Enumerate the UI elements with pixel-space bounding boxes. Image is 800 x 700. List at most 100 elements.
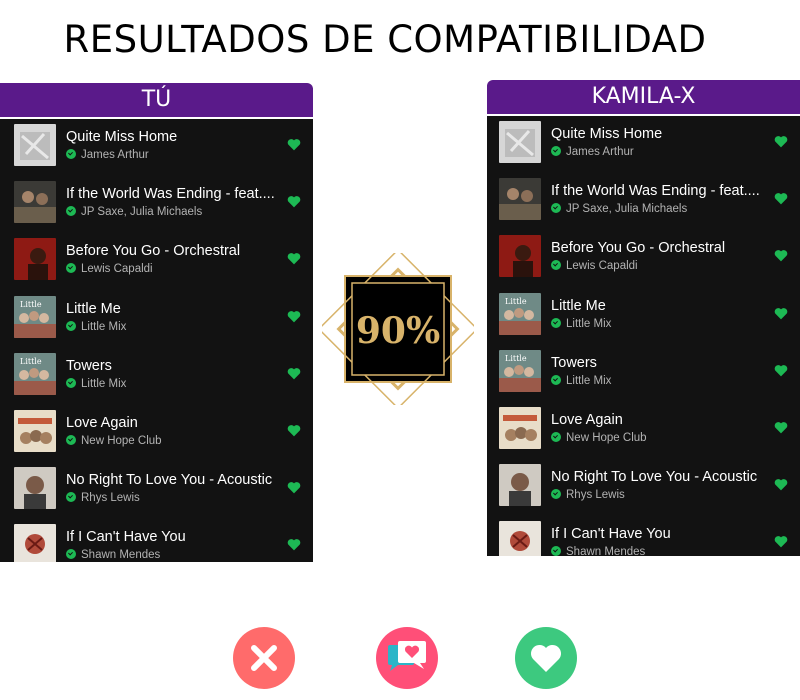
song-artist: Lewis Capaldi <box>566 260 638 273</box>
album-cover <box>499 235 541 278</box>
song-row[interactable]: No Right To Love You - Acoustic Rhys Lew… <box>487 459 800 516</box>
close-icon <box>251 645 277 671</box>
song-artist-line: Little Mix <box>66 377 276 390</box>
song-artist: Shawn Mendes <box>566 546 646 556</box>
song-title: Towers <box>66 357 112 374</box>
song-row[interactable]: Quite Miss Home James Arthur <box>0 119 313 176</box>
panel-header-you: TÚ <box>0 83 313 117</box>
song-title: Little Me <box>66 300 121 317</box>
album-cover <box>14 524 56 562</box>
song-title: If the World Was Ending - feat.... <box>66 186 275 203</box>
page-title: RESULTADOS DE COMPATIBILIDAD <box>63 18 707 61</box>
song-artist-line: Little Mix <box>551 374 761 387</box>
download-icon <box>551 203 561 214</box>
song-row[interactable]: Little Little Me Little Mix <box>0 291 313 348</box>
album-cover <box>14 467 56 510</box>
heart-icon[interactable] <box>287 195 301 208</box>
heart-icon <box>530 644 562 672</box>
download-icon <box>66 206 76 217</box>
download-icon <box>551 431 561 442</box>
panel-header-match: KAMILA-X <box>487 80 800 114</box>
download-icon <box>66 320 76 331</box>
song-title: Quite Miss Home <box>66 129 178 145</box>
album-cover <box>14 409 56 452</box>
song-list: Quite Miss Home James Arthur If the Worl… <box>0 119 313 562</box>
song-row[interactable]: Before You Go - Orchestral Lewis Capaldi <box>0 233 313 290</box>
heart-icon[interactable] <box>774 478 788 491</box>
heart-icon[interactable] <box>287 367 301 380</box>
song-artist: Rhys Lewis <box>81 492 140 505</box>
song-row[interactable]: Love Again New Hope Club <box>487 402 800 459</box>
my-playlist-panel: TÚ Quite Miss Home James Arthur If the W… <box>0 83 313 562</box>
chat-heart-icon <box>388 641 426 671</box>
heart-icon[interactable] <box>287 424 301 437</box>
heart-icon[interactable] <box>287 310 301 323</box>
heart-icon[interactable] <box>287 252 301 265</box>
album-cover <box>14 238 56 281</box>
song-title: If I Can't Have You <box>66 529 186 546</box>
nope-button[interactable] <box>233 627 295 689</box>
heart-icon[interactable] <box>287 481 301 494</box>
heart-icon[interactable] <box>774 192 788 205</box>
song-artist-line: Little Mix <box>66 320 276 333</box>
song-artist-line: Little Mix <box>551 317 761 330</box>
svg-text:Little: Little <box>20 357 42 366</box>
like-button[interactable] <box>515 627 577 689</box>
download-icon <box>66 149 76 159</box>
heart-icon[interactable] <box>774 364 788 377</box>
heart-icon[interactable] <box>774 307 788 320</box>
song-row[interactable]: Before You Go - Orchestral Lewis Capaldi <box>487 230 800 287</box>
song-artist: Rhys Lewis <box>566 489 625 502</box>
heart-icon[interactable] <box>774 249 788 262</box>
song-artist-line: James Arthur <box>66 149 276 161</box>
album-cover: Little <box>14 295 56 338</box>
album-cover <box>14 124 56 166</box>
song-artist-line: Shawn Mendes <box>551 546 761 556</box>
download-icon <box>551 546 561 556</box>
album-cover: Little <box>499 349 541 392</box>
download-icon <box>66 492 76 503</box>
download-icon <box>66 263 76 274</box>
song-artist-line: JP Saxe, Julia Michaels <box>551 203 761 215</box>
heart-icon[interactable] <box>287 538 301 551</box>
song-artist-line: Lewis Capaldi <box>66 263 276 275</box>
song-row[interactable]: Little Towers Little Mix <box>0 348 313 405</box>
album-cover: Little <box>499 292 541 335</box>
heart-icon[interactable] <box>774 535 788 548</box>
song-row[interactable]: Little Towers Little Mix <box>487 345 800 402</box>
album-cover <box>499 521 541 556</box>
song-artist: JP Saxe, Julia Michaels <box>566 203 688 216</box>
song-title: Towers <box>551 354 597 371</box>
song-artist: Little Mix <box>566 317 612 330</box>
song-artist-line: James Arthur <box>551 146 761 158</box>
song-artist: Little Mix <box>566 374 612 387</box>
compatibility-score: 90% <box>356 310 440 352</box>
song-row[interactable]: Quite Miss Home James Arthur <box>487 116 800 173</box>
album-cover <box>499 121 541 163</box>
song-row[interactable]: If the World Was Ending - feat.... JP Sa… <box>487 173 800 230</box>
song-artist-line: Rhys Lewis <box>66 492 276 504</box>
song-row[interactable]: If the World Was Ending - feat.... JP Sa… <box>0 176 313 233</box>
heart-icon[interactable] <box>774 135 788 148</box>
song-artist: James Arthur <box>81 149 149 161</box>
song-row[interactable]: If I Can't Have You Shawn Mendes <box>0 519 313 562</box>
song-artist-line: New Hope Club <box>66 434 276 447</box>
song-title: If the World Was Ending - feat.... <box>551 183 760 200</box>
download-icon <box>66 434 76 445</box>
song-row[interactable]: Love Again New Hope Club <box>0 405 313 462</box>
message-button[interactable] <box>376 627 438 689</box>
song-row[interactable]: No Right To Love You - Acoustic Rhys Lew… <box>0 462 313 519</box>
song-artist: Shawn Mendes <box>81 549 161 562</box>
heart-icon[interactable] <box>287 138 301 151</box>
song-row[interactable]: Little Little Me Little Mix <box>487 288 800 345</box>
svg-text:Little: Little <box>505 354 527 363</box>
svg-text:Little: Little <box>505 297 527 306</box>
heart-icon[interactable] <box>774 421 788 434</box>
match-playlist-panel: KAMILA-X Quite Miss Home James Arthur If… <box>487 80 800 556</box>
song-row[interactable]: If I Can't Have You Shawn Mendes <box>487 516 800 556</box>
album-cover <box>14 181 56 224</box>
song-artist-line: JP Saxe, Julia Michaels <box>66 206 276 218</box>
download-icon <box>66 377 76 388</box>
compatibility-score-badge: 90% <box>322 253 474 405</box>
album-cover <box>499 464 541 507</box>
